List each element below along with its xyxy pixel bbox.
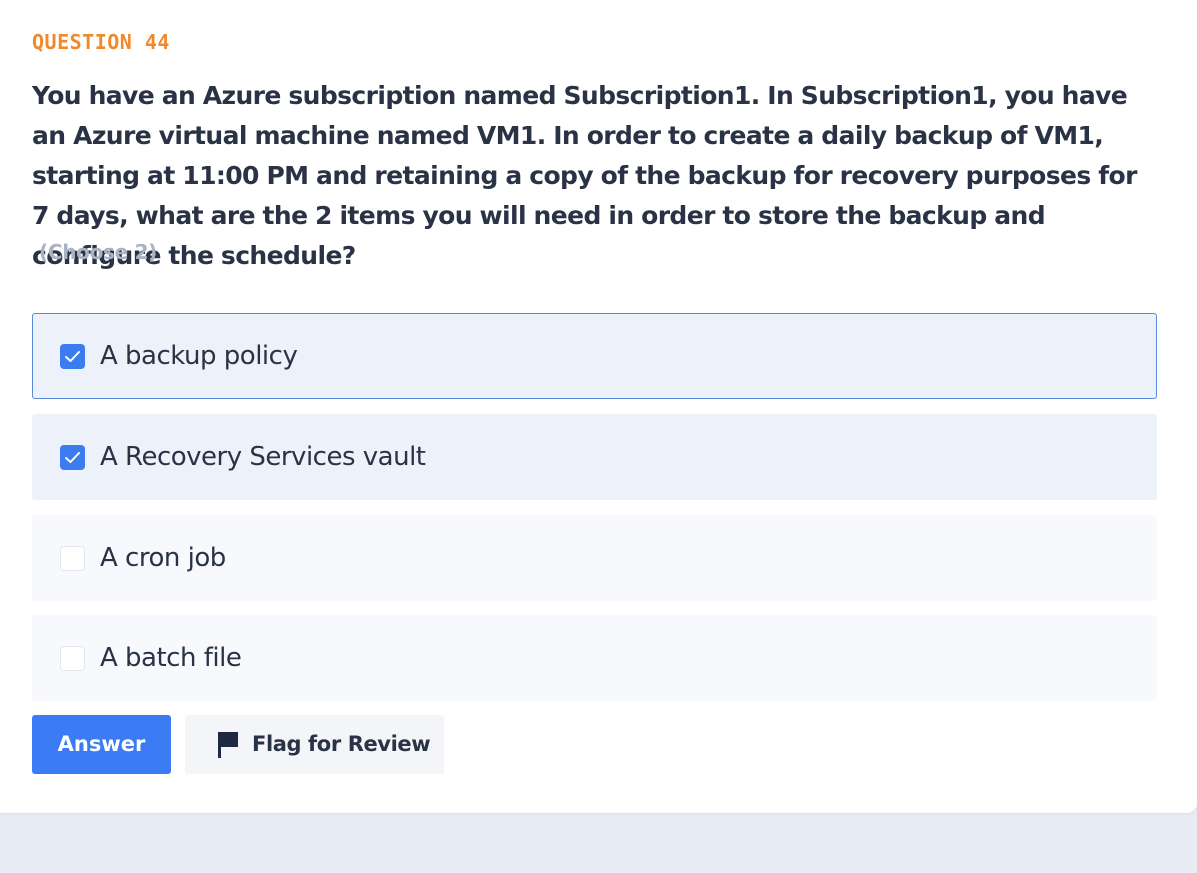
check-icon bbox=[65, 452, 80, 463]
choose-hint: (Choose 2) bbox=[39, 240, 158, 264]
answer-button[interactable]: Answer bbox=[32, 715, 171, 774]
flag-for-review-button[interactable]: Flag for Review bbox=[185, 715, 444, 774]
option-batch-file[interactable]: A batch file bbox=[32, 615, 1157, 701]
flag-icon bbox=[218, 732, 238, 758]
question-number: QUESTION 44 bbox=[32, 30, 170, 54]
checkbox-checked[interactable] bbox=[60, 344, 85, 369]
option-label: A backup policy bbox=[100, 341, 298, 371]
checkbox-unchecked[interactable] bbox=[60, 546, 85, 571]
checkbox-checked[interactable] bbox=[60, 445, 85, 470]
question-card: QUESTION 44 You have an Azure subscripti… bbox=[0, 0, 1197, 813]
option-label: A batch file bbox=[100, 643, 242, 673]
check-icon bbox=[65, 351, 80, 362]
option-label: A cron job bbox=[100, 543, 226, 573]
option-backup-policy[interactable]: A backup policy bbox=[32, 313, 1157, 399]
flag-button-label: Flag for Review bbox=[252, 732, 431, 756]
question-text: You have an Azure subscription named Sub… bbox=[32, 81, 1137, 270]
option-label: A Recovery Services vault bbox=[100, 442, 426, 472]
checkbox-unchecked[interactable] bbox=[60, 646, 85, 671]
answer-button-label: Answer bbox=[57, 732, 146, 756]
option-recovery-services-vault[interactable]: A Recovery Services vault bbox=[32, 414, 1157, 500]
option-cron-job[interactable]: A cron job bbox=[32, 515, 1157, 601]
